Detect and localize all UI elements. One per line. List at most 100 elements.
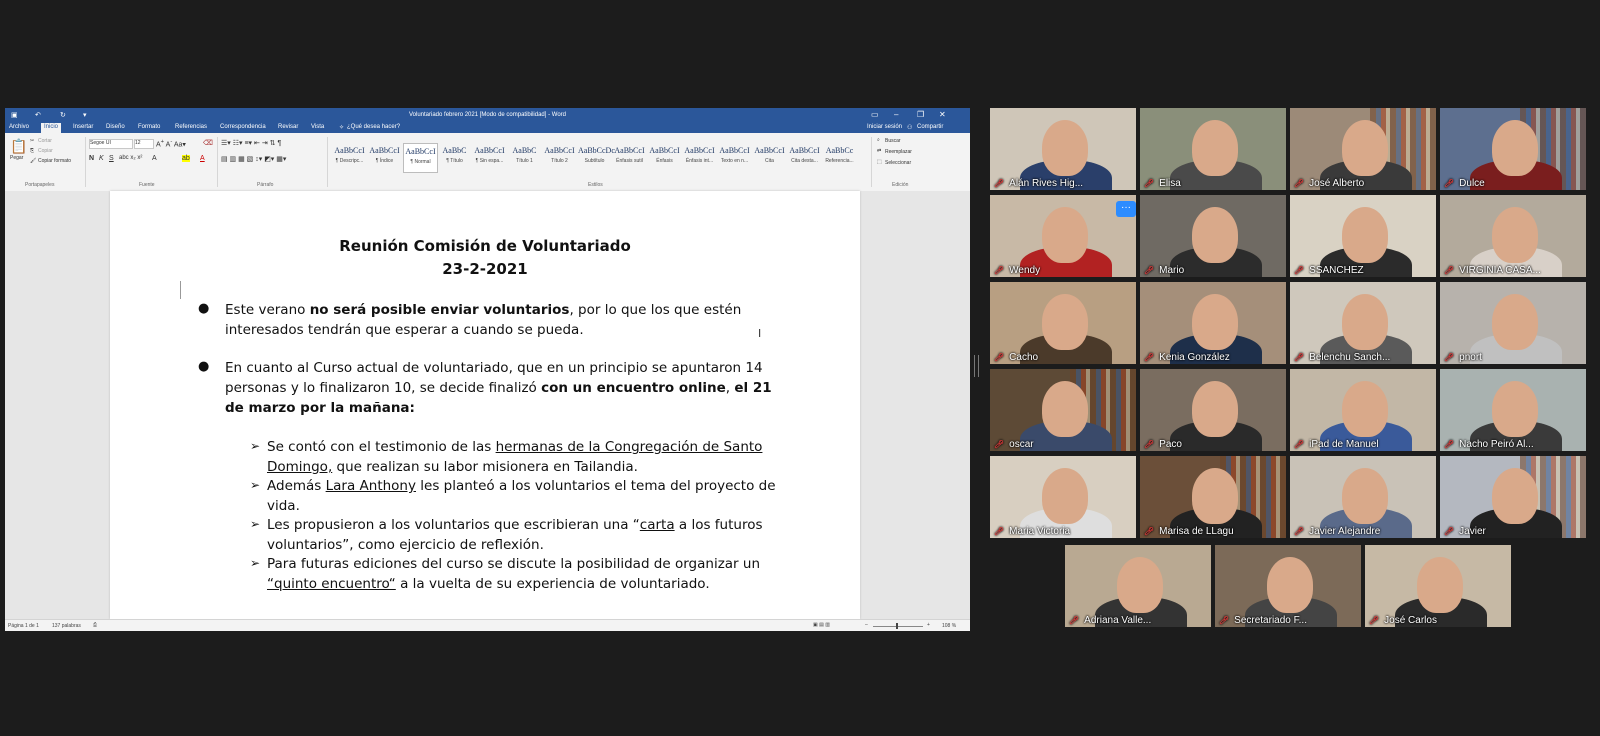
document-area[interactable]: Reunión Comisión de Voluntariado 23-2-20…	[5, 191, 970, 619]
cut-icon[interactable]: ✂	[30, 138, 34, 144]
italic-button[interactable]: K	[99, 155, 104, 162]
participant-tile[interactable]: 🎤︎ iPad de Manuel	[1290, 369, 1436, 451]
style-4[interactable]: AaBbCcI ¶ Sin espa...	[473, 143, 506, 171]
tab-vista[interactable]: Vista	[311, 124, 324, 130]
tab-revisar[interactable]: Revisar	[278, 124, 298, 130]
maximize-button[interactable]: ❐	[917, 110, 924, 119]
lightbulb-icon: ✧	[339, 125, 345, 131]
style-14[interactable]: AaBbCc Referencia...	[823, 143, 856, 171]
list-buttons[interactable]: ☰▾ ☷▾ ≡▾ ⇤ ⇥ ⇅ ¶	[221, 139, 281, 147]
styles-group-label: Estilos	[588, 182, 603, 188]
page-count[interactable]: Página 1 de 1	[8, 623, 39, 629]
cut-button[interactable]: Cortar	[38, 138, 52, 144]
select-button[interactable]: Seleccionar	[885, 160, 911, 166]
font-size-box[interactable]: 12	[134, 139, 154, 149]
share-button[interactable]: Compartir	[917, 124, 943, 130]
tab-correspondencia[interactable]: Correspondencia	[220, 124, 266, 130]
participant-tile[interactable]: 🎤︎ Nacho Peiró Al...	[1440, 369, 1586, 451]
style-2[interactable]: AaBbCcI ¶ Normal	[403, 143, 438, 173]
participant-face	[1492, 294, 1538, 350]
view-buttons[interactable]: ▣ ▤ ▥	[813, 622, 830, 628]
paste-icon[interactable]: 📋	[10, 138, 27, 155]
replace-icon[interactable]: ⇄	[877, 148, 881, 154]
participant-tile[interactable]: 🎤︎ oscar	[990, 369, 1136, 451]
align-buttons[interactable]: ▤ ▥ ▦ ▧ ↕▾ ◩▾ ▦▾	[221, 155, 286, 163]
tab-archivo[interactable]: Archivo	[9, 124, 29, 130]
replace-button[interactable]: Reemplazar	[885, 149, 912, 155]
muted-mic-icon: 🎤︎	[1369, 616, 1380, 625]
participant-tile[interactable]: 🎤︎ pnort	[1440, 282, 1586, 364]
participant-tile[interactable]: 🎤︎ Elisa	[1140, 108, 1286, 190]
participant-tile[interactable]: 🎤︎ SSANCHEZ	[1290, 195, 1436, 277]
splitter-handle[interactable]	[974, 355, 979, 377]
grow-font-icon[interactable]: A+ A- Aa▾	[156, 139, 186, 148]
style-12[interactable]: AaBbCcI Cita	[753, 143, 786, 171]
style-6[interactable]: AaBbCcI Título 2	[543, 143, 576, 171]
participant-tile[interactable]: 🎤︎ Alán Rives Hig...	[990, 108, 1136, 190]
participant-tile[interactable]: 🎤︎ Kenia González	[1140, 282, 1286, 364]
zoom-slider[interactable]	[873, 626, 923, 627]
copy-button[interactable]: Copiar	[38, 148, 53, 154]
participant-name-label: 🎤︎ Cacho	[994, 352, 1038, 363]
style-13[interactable]: AaBbCcI Cita desta...	[788, 143, 821, 171]
style-3[interactable]: AaBbC ¶ Título	[438, 143, 471, 171]
participant-tile[interactable]: 🎤︎ VIRGINIA CASA...	[1440, 195, 1586, 277]
zoom-in-button[interactable]: +	[927, 622, 930, 628]
style-1[interactable]: AaBbCcI ¶ Índice	[368, 143, 401, 171]
style-7[interactable]: AaBbCcDc Subtítulo	[578, 143, 615, 171]
font-name-box[interactable]: Segoe UI	[89, 139, 133, 149]
text-effects-icon[interactable]: A	[152, 155, 157, 162]
participant-tile[interactable]: 🎤︎ Wendy	[990, 195, 1136, 277]
tab-formato[interactable]: Formato	[138, 124, 160, 130]
underline-button[interactable]: S	[109, 155, 114, 162]
tab-referencias[interactable]: Referencias	[175, 124, 207, 130]
find-button[interactable]: Buscar	[885, 138, 901, 144]
select-icon[interactable]: ⬚	[877, 159, 882, 165]
format-painter-button[interactable]: Copiar formato	[38, 158, 71, 164]
format-painter-icon[interactable]: 🖌	[30, 158, 36, 164]
style-10[interactable]: AaBbCcI Énfasis int...	[683, 143, 716, 171]
word-count[interactable]: 137 palabras	[52, 623, 81, 629]
participant-tile[interactable]: 🎤︎ Paco	[1140, 369, 1286, 451]
participant-tile[interactable]: 🎤︎ Maria Victoria	[990, 456, 1136, 538]
style-0[interactable]: AaBbCcI ¶ Descripc...	[333, 143, 366, 171]
participant-tile[interactable]: 🎤︎ Javier	[1440, 456, 1586, 538]
zoom-slider-thumb[interactable]	[896, 623, 898, 629]
tab-diseno[interactable]: Diseño	[106, 124, 125, 130]
participant-tile[interactable]: 🎤︎ Mario	[1140, 195, 1286, 277]
participant-tile[interactable]: 🎤︎ Adriana Valle...	[1065, 545, 1211, 627]
participant-tile[interactable]: 🎤︎ Javier Alejandre	[1290, 456, 1436, 538]
participant-face	[1117, 557, 1163, 613]
bold-button[interactable]: N	[89, 155, 94, 162]
clear-format-icon[interactable]: ⌫	[203, 139, 213, 147]
tab-insertar[interactable]: Insertar	[73, 124, 93, 130]
copy-icon[interactable]: ⎘	[30, 148, 34, 154]
sign-in-link[interactable]: Iniciar sesión	[867, 124, 902, 130]
proofing-icon[interactable]: ⎙	[93, 622, 97, 628]
ribbon-display-icon[interactable]: ▭	[871, 110, 879, 119]
more-options-button[interactable]: ···	[1116, 201, 1136, 217]
tell-me-box[interactable]: ¿Qué desea hacer?	[347, 124, 400, 130]
style-8[interactable]: AaBbCcI Énfasis sutil	[613, 143, 646, 171]
font-color-icon[interactable]: A	[200, 155, 205, 162]
participant-tile[interactable]: 🎤︎ Dulce	[1440, 108, 1586, 190]
paste-button[interactable]: Pegar	[10, 155, 23, 161]
minimize-button[interactable]: –	[894, 110, 898, 119]
style-sample: AaBbC	[442, 146, 467, 155]
strike-sub-super-buttons[interactable]: abc x₂ x²	[119, 155, 142, 161]
participant-tile[interactable]: 🎤︎ José Alberto	[1290, 108, 1436, 190]
find-icon[interactable]: ⌕	[877, 137, 880, 143]
style-11[interactable]: AaBbCcI Texto en n...	[718, 143, 751, 171]
participant-tile[interactable]: 🎤︎ Cacho	[990, 282, 1136, 364]
zoom-out-button[interactable]: –	[865, 622, 868, 628]
document-page[interactable]: Reunión Comisión de Voluntariado 23-2-20…	[110, 191, 860, 619]
style-9[interactable]: AaBbCcI Énfasis	[648, 143, 681, 171]
style-5[interactable]: AaBbC Título 1	[508, 143, 541, 171]
highlight-icon[interactable]: ab	[182, 155, 190, 162]
participant-tile[interactable]: 🎤︎ Marisa de LLagu	[1140, 456, 1286, 538]
zoom-level[interactable]: 108 %	[942, 623, 956, 629]
participant-tile[interactable]: 🎤︎ José Carlos	[1365, 545, 1511, 627]
close-button[interactable]: ✕	[939, 110, 946, 119]
participant-tile[interactable]: 🎤︎ Belenchu Sanch...	[1290, 282, 1436, 364]
participant-tile[interactable]: 🎤︎ Secretariado F...	[1215, 545, 1361, 627]
